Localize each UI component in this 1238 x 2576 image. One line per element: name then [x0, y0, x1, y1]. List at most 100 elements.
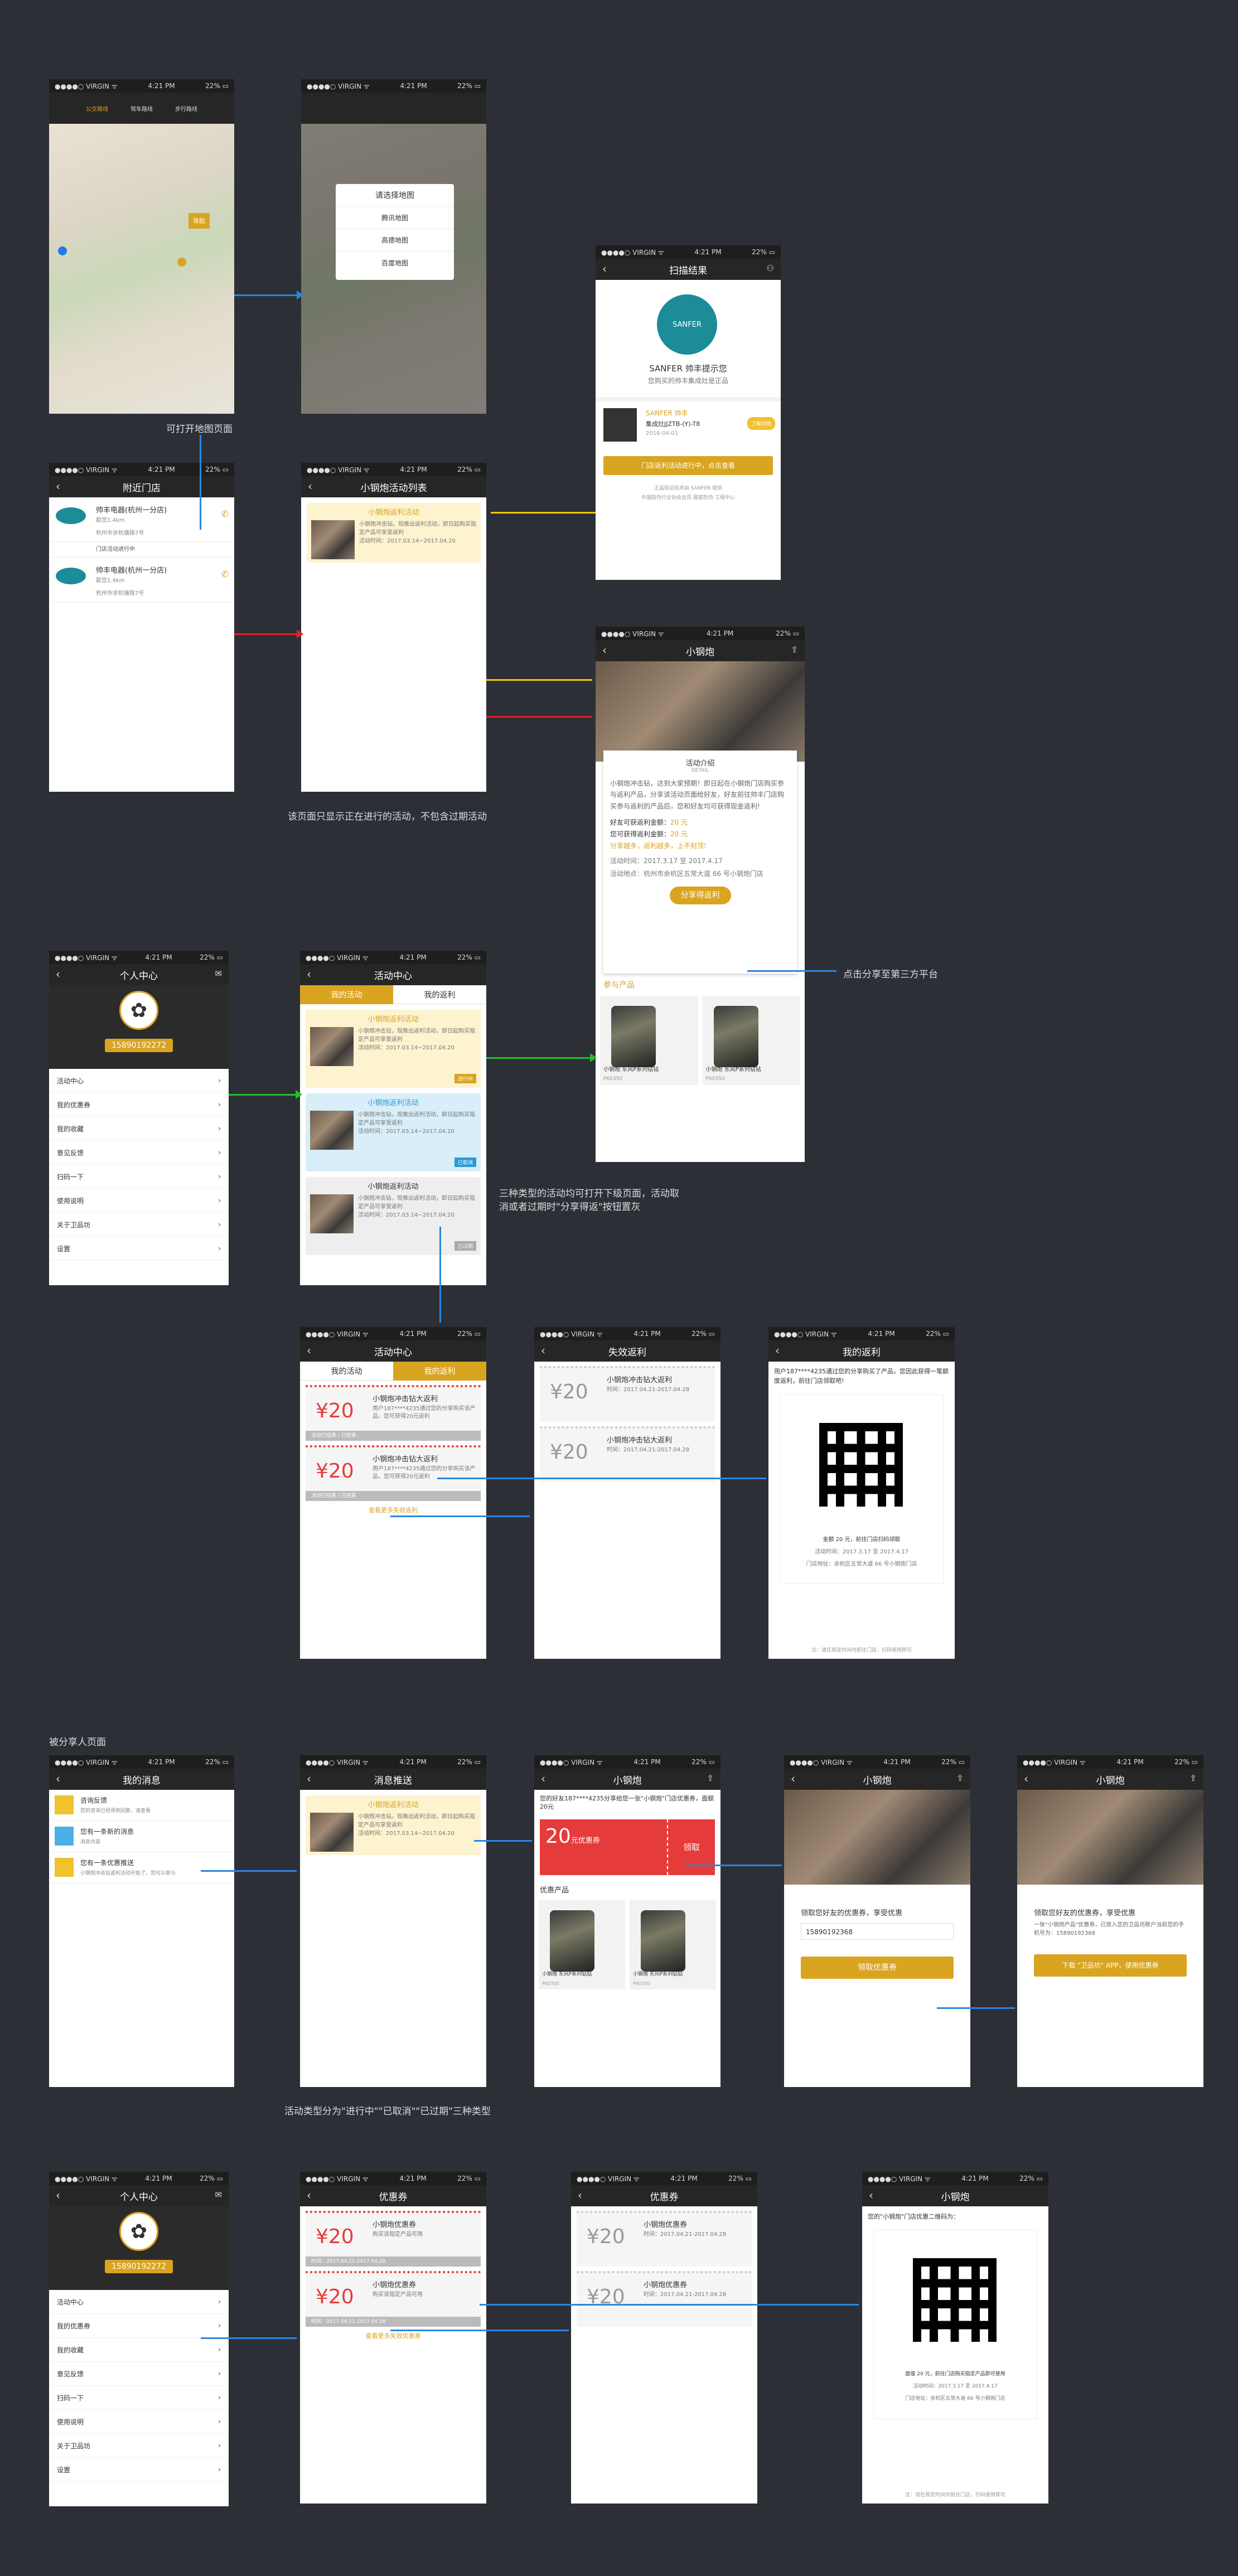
user-icon[interactable]: ⚇ [767, 263, 774, 273]
back-icon[interactable]: ‹ [541, 1772, 545, 1785]
coupon-item[interactable]: ¥20 小钢炮优惠券 购买该指定产品可用 时间：2017.04.21-2017.04.… [306, 2211, 481, 2267]
tab-my-rebates[interactable]: 我的返利 [393, 985, 486, 1004]
message-item[interactable]: 咨询反馈 您的咨询已经得到回复，请查看 [49, 1790, 234, 1821]
phone-icon[interactable]: ✆ [221, 509, 229, 519]
back-icon[interactable]: ‹ [541, 1344, 545, 1357]
back-icon[interactable]: ‹ [602, 262, 607, 275]
share-icon[interactable]: ⇪ [791, 645, 798, 655]
feedback-icon [55, 1795, 74, 1814]
more-expired-link[interactable]: 查看更多失效返利 [300, 1505, 486, 1514]
menu-settings[interactable]: 设置 › [49, 2458, 229, 2482]
menu-about[interactable]: 关于卫品坊 › [49, 1213, 229, 1237]
navigate-button[interactable]: 导航 [188, 213, 210, 229]
message-item[interactable]: 您有一条新的消息 消息内容 [49, 1821, 234, 1852]
store-item[interactable]: 帅丰电器(杭州一分店) 距您1.4km 杭州市余杭塘路7号 ✆ [49, 558, 234, 602]
message-icon[interactable]: ✉ [215, 969, 222, 979]
rebate-coupon[interactable]: ¥20 小钢炮冲击钻大返利 用户187****4235通过您的分享购买该产品，您可获… [306, 1445, 481, 1501]
back-icon[interactable]: ‹ [307, 1772, 311, 1785]
details-button[interactable]: 了解详情 [747, 417, 775, 430]
back-icon[interactable]: ‹ [56, 480, 60, 493]
baidu-map-option[interactable]: 百度地图 [336, 251, 454, 274]
map-view[interactable]: 导航 [49, 124, 234, 414]
tab-my-rebates[interactable]: 我的返利 [393, 1362, 486, 1381]
menu-scan[interactable]: 扫码一下 › [49, 1165, 229, 1189]
back-icon[interactable]: ‹ [56, 1772, 60, 1785]
hero-image [784, 1790, 970, 1885]
product-row[interactable]: SANFER 帅丰 集成灶JJZTB-(Y)-T8 2016-04-01 了解详… [596, 401, 781, 452]
tencent-map-option[interactable]: 腾讯地图 [336, 207, 454, 229]
download-app-button[interactable]: 下载 "卫品坊" APP，使用优惠券 [1034, 1954, 1187, 1977]
menu-feedback[interactable]: 意见反馈 › [49, 1141, 229, 1165]
phone-icon[interactable]: ✆ [221, 569, 229, 579]
coupon-item[interactable]: ¥20 小钢炮优惠券 购买该指定产品可用 时间：2017.04.21-2017.04.… [306, 2271, 481, 2327]
more-expired-link[interactable]: 查看更多失效优惠券 [300, 2331, 486, 2340]
back-icon[interactable]: ‹ [869, 2188, 873, 2202]
back-icon[interactable]: ‹ [578, 2188, 582, 2202]
store-item[interactable]: 帅丰电器(杭州一分店) 距您1.4km 杭州市余杭塘路7号 ✆ [49, 497, 234, 542]
walk-mode-tab[interactable]: 步行路线 [175, 104, 197, 113]
menu-activity-center[interactable]: 活动中心 › [49, 2290, 229, 2314]
note-map: 可打开地图页面 [166, 424, 233, 435]
menu-activity-center[interactable]: 活动中心 › [49, 1069, 229, 1093]
phone-input[interactable]: 15890192368 [801, 1923, 954, 1940]
tab-my-activities[interactable]: 我的活动 [300, 1362, 393, 1381]
activity-card[interactable]: 小钢炮返利活动 小钢炮冲击钻。现推出返利活动，即日起购买指定产品可享受返利 活动时… [307, 503, 481, 563]
message-item[interactable]: 您有一条优惠推送 小钢炮冲击钻返利活动开始了，您可以参与 [49, 1852, 234, 1883]
share-icon[interactable]: ⇪ [1189, 1773, 1197, 1783]
menu-favorites[interactable]: 我的收藏 › [49, 1117, 229, 1141]
back-icon[interactable]: ‹ [56, 967, 60, 981]
menu-guide[interactable]: 使用说明 › [49, 1189, 229, 1213]
back-icon[interactable]: ‹ [307, 2188, 311, 2202]
claimed-screen: ●●●●○ VIRGIN ᯤ 4:21 PM 22% ▭ ‹ 小钢炮 ⇪ 领取您好友的优… [1017, 1755, 1203, 2087]
amap-option[interactable]: 高德地图 [336, 229, 454, 251]
menu-feedback[interactable]: 意见反馈 › [49, 2362, 229, 2386]
menu-settings[interactable]: 设置 › [49, 1237, 229, 1261]
back-icon[interactable]: ‹ [308, 480, 312, 493]
flow-arrow [486, 1057, 590, 1059]
activity-card[interactable]: 小钢炮返利活动 小钢炮冲击钻，现推出返利活动，即日起购买指定产品可享受返利 活动时间… [306, 1177, 481, 1255]
menu-about[interactable]: 关于卫品坊 › [49, 2434, 229, 2458]
map-screen: ●●●●○ VIRGIN ᯤ 4:21 PM 22% ▭ 公交路线 驾车路线 步行路… [49, 79, 234, 414]
profile-screen: ●●●●○ VIRGIN ᯤ 4:21 PM 22% ▭ ‹ 个人中心 ✉ ✿ 15890… [49, 951, 229, 1285]
tab-my-activities[interactable]: 我的活动 [300, 985, 393, 1004]
back-icon[interactable]: ‹ [307, 967, 311, 981]
flow-arrow [229, 1094, 296, 1096]
activity-card[interactable]: 小钢炮返利活动 小钢炮冲击钻。现推出返利活动，即日起购买指定产品可享受返利 活动时间… [306, 1795, 481, 1855]
push-screen: ●●●●○ VIRGIN ᯤ 4:21 PM 22% ▭ ‹ 消息推送 小钢炮返利活动… [300, 1755, 486, 2087]
message-icon[interactable]: ✉ [215, 2190, 222, 2200]
take-coupon-button[interactable]: 领取 [667, 1819, 715, 1875]
claim-button[interactable]: 领取优惠券 [801, 1957, 954, 1979]
map-choice-dialog: 请选择地图 腾讯地图 高德地图 百度地图 [336, 184, 454, 280]
drill-image [713, 1006, 758, 1067]
share-icon[interactable]: ⇪ [956, 1773, 964, 1783]
rebate-coupon[interactable]: ¥20 小钢炮冲击钻大返利 用户187****4235通过您的分享购买该产品，您可获… [306, 1385, 481, 1441]
genuine-text: 您购买的帅丰集成灶是正品 [647, 377, 728, 385]
activity-thumb [311, 520, 355, 559]
activity-link-button[interactable]: 门店返利活动进行中，点击查看 [603, 456, 773, 475]
car-mode-tab[interactable]: 驾车路线 [130, 104, 153, 113]
product-card[interactable]: 小钢炮 东风P系列钻钻 P60350 [600, 996, 698, 1085]
menu-favorites[interactable]: 我的收藏 › [49, 2338, 229, 2362]
bus-mode-tab[interactable]: 公交路线 [86, 104, 108, 113]
back-icon[interactable]: ‹ [307, 1344, 311, 1357]
shared-coupon[interactable]: 20元优惠券 领取 [540, 1819, 715, 1875]
brand-panel: SANFER SANFER 帅丰提示您 您购买的帅丰集成灶是正品 [596, 280, 781, 397]
share-rebate-button[interactable]: 分享得返利 [669, 887, 731, 905]
menu-coupons[interactable]: 我的优惠券 › [49, 1093, 229, 1117]
avatar[interactable]: ✿ [119, 991, 158, 1030]
menu-scan[interactable]: 扫码一下 › [49, 2386, 229, 2410]
menu-guide[interactable]: 使用说明 › [49, 2410, 229, 2434]
activity-card[interactable]: 小钢炮返利活动 小钢炮冲击钻，现推出返利活动，即日起购买指定产品可享受返利 活动时间… [306, 1093, 481, 1171]
store-promo[interactable]: 门店活动进行中 [49, 542, 234, 558]
menu-coupons[interactable]: 我的优惠券 › [49, 2314, 229, 2338]
status-bar: ●●●●○ VIRGIN ᯤ 4:21 PM 22% ▭ [49, 79, 234, 93]
flow-arrow [234, 633, 297, 635]
activity-card[interactable]: 小钢炮返利活动 小钢炮冲击钻，现推出返利活动，即日起购买指定产品可享受返利 活动时间… [306, 1010, 481, 1088]
back-icon[interactable]: ‹ [56, 2188, 60, 2202]
share-icon[interactable]: ⇪ [707, 1773, 714, 1783]
product-card[interactable]: 小钢炮 东风P系列钻钻 P60350 [702, 996, 800, 1085]
back-icon[interactable]: ‹ [791, 1772, 795, 1785]
back-icon[interactable]: ‹ [602, 643, 607, 657]
back-icon[interactable]: ‹ [1024, 1772, 1028, 1785]
back-icon[interactable]: ‹ [775, 1344, 780, 1357]
